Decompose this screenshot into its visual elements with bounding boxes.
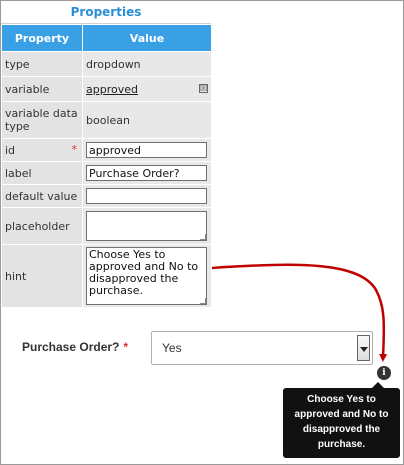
purchase-order-select[interactable]: Yes	[151, 331, 373, 365]
hint-textarea[interactable]: Choose Yes to approved and No to disappr…	[86, 247, 207, 305]
prop-label-default-value: default value	[2, 185, 82, 207]
table-header-row: Property Value	[2, 25, 211, 51]
selected-value: Yes	[162, 341, 182, 355]
default-value-input[interactable]	[86, 188, 207, 204]
row-label: label	[2, 162, 211, 184]
prop-label-label: label	[2, 162, 82, 184]
prop-value-variable-data-type: boolean	[83, 102, 211, 138]
row-id: id *	[2, 139, 211, 161]
prop-value-hint-cell: Choose Yes to approved and No to disappr…	[83, 245, 211, 307]
prop-value-label-cell	[83, 162, 211, 184]
id-input[interactable]	[86, 142, 207, 158]
prop-value-id-cell	[83, 139, 211, 161]
required-mark: *	[71, 142, 78, 156]
chevron-down-icon	[360, 347, 368, 352]
panel-title: Properties	[1, 1, 211, 24]
row-hint: hint Choose Yes to approved and No to di…	[2, 245, 211, 307]
prop-label-placeholder: placeholder	[2, 208, 82, 244]
row-placeholder: placeholder	[2, 208, 211, 244]
prop-label-id: id	[5, 143, 16, 157]
dropdown-button[interactable]	[357, 335, 370, 361]
resize-grip-icon[interactable]	[200, 298, 206, 304]
clear-variable-icon[interactable]: ☒	[199, 83, 208, 93]
preview-label-text: Purchase Order?	[22, 340, 120, 354]
variable-link[interactable]: approved	[86, 83, 138, 96]
label-input[interactable]	[86, 165, 207, 181]
row-type: type dropdown	[2, 52, 211, 76]
column-header-property: Property	[2, 25, 82, 51]
prop-label-type: type	[2, 52, 82, 76]
prop-label-hint: hint	[2, 245, 82, 307]
prop-value-type: dropdown	[83, 52, 211, 76]
required-mark: *	[123, 340, 129, 354]
prop-value-default-cell	[83, 185, 211, 207]
row-variable-data-type: variable data type boolean	[2, 102, 211, 138]
properties-table: Property Value type dropdown variable ☒ …	[1, 24, 212, 308]
row-default-value: default value	[2, 185, 211, 207]
preview-field-label: Purchase Order? *	[22, 340, 128, 354]
prop-value-variable: ☒ approved	[83, 77, 211, 101]
prop-label-variable: variable	[2, 77, 82, 101]
row-variable: variable ☒ approved	[2, 77, 211, 101]
prop-label-id-cell: id *	[2, 139, 82, 161]
info-icon[interactable]: i	[377, 366, 391, 380]
hint-tooltip: Choose Yes to approved and No to disappr…	[283, 382, 400, 458]
column-header-value: Value	[83, 25, 211, 51]
properties-panel: Properties Property Value type dropdown …	[1, 1, 212, 312]
prop-label-variable-data-type: variable data type	[2, 102, 82, 138]
prop-value-placeholder-cell	[83, 208, 211, 244]
resize-grip-icon[interactable]	[200, 234, 206, 240]
placeholder-textarea[interactable]	[86, 211, 207, 241]
